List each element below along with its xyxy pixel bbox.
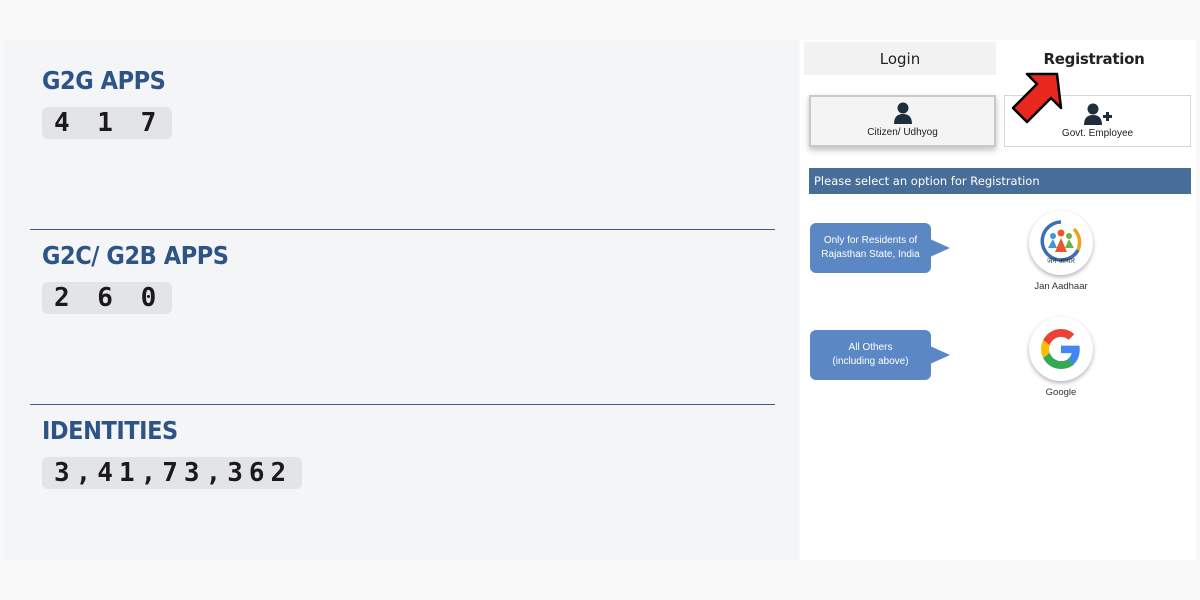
provider-label: Jan Aadhaar [1034,281,1088,292]
all-others-note-bubble: All Others (including above) [810,330,950,380]
bubble-text: Only for Residents of [823,235,918,246]
option-label: Govt. Employee [1061,128,1134,139]
google-icon [1041,329,1080,369]
bubble-text: Rajasthan State, India [821,249,920,260]
registration-panel: Login Registration Citizen/ Udhyog Govt.… [800,40,1196,560]
divider [30,404,775,405]
stat-g2c-g2b-apps: G2C/ G2B APPS 2 6 0 [42,241,249,314]
stat-counter: 3,41,73,362 [42,457,303,489]
stat-title: G2C/ G2B APPS [42,241,229,270]
stat-title: IDENTITIES [42,416,178,445]
provider-label: Google [1045,387,1077,398]
stats-panel: G2G APPS 4 1 7 G2C/ G2B APPS 2 6 0 IDENT… [4,40,799,560]
jan-aadhaar-icon: जन-आधार [1040,220,1082,265]
option-label: Citizen/ Udhyog [867,127,938,138]
google-logo[interactable] [1029,317,1093,381]
jan-aadhaar-login[interactable]: जन-आधार Jan Aadhaar [1028,211,1094,292]
jan-aadhaar-logo-text: जन-आधार [1047,257,1075,265]
stat-counter: 2 6 0 [42,282,173,314]
jan-aadhaar-note-bubble: Only for Residents of Rajasthan State, I… [810,223,950,273]
google-login[interactable]: Google [1028,317,1094,398]
stat-identities: IDENTITIES 3,41,73,362 [42,416,303,489]
divider [30,229,775,230]
bubble-text: (including above) [832,356,909,367]
red-arrow-annotation [1011,72,1063,124]
user-plus-icon [1083,103,1112,125]
jan-aadhaar-logo[interactable]: जन-आधार [1029,211,1093,275]
tab-login[interactable]: Login [804,42,996,75]
stat-g2g-apps: G2G APPS 4 1 7 [42,66,179,139]
stat-title: G2G APPS [42,66,166,95]
user-icon [893,102,912,124]
bubble-text: All Others [848,342,893,353]
stat-counter: 4 1 7 [42,107,173,139]
info-bar: Please select an option for Registration [809,168,1191,194]
citizen-udhyog-option[interactable]: Citizen/ Udhyog [809,95,996,147]
